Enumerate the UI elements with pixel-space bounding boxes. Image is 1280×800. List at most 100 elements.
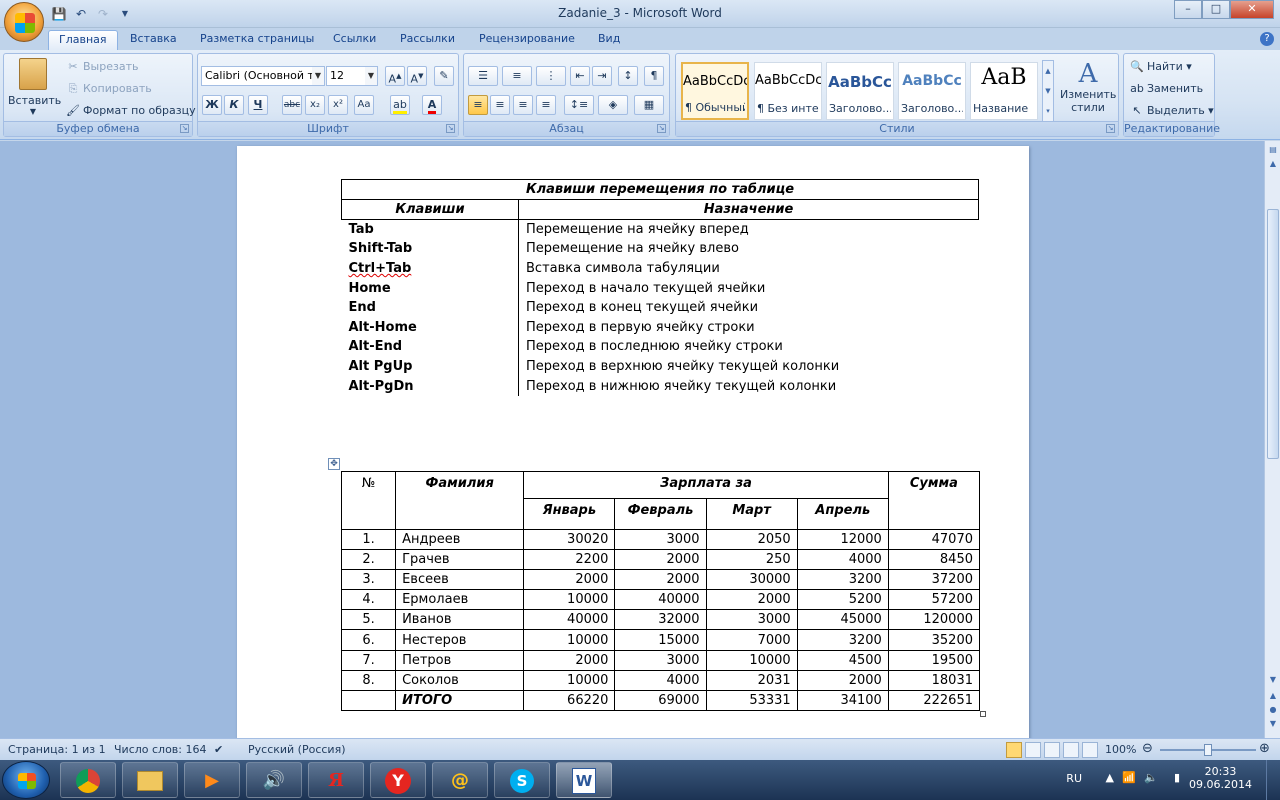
change-case-button[interactable]: Aa xyxy=(354,95,374,115)
multilevel-list-button[interactable]: ⋮ xyxy=(536,66,566,86)
cut-button[interactable]: ✂ Вырезать xyxy=(66,60,138,74)
font-color-button[interactable]: A xyxy=(422,95,442,115)
clear-formatting-button[interactable]: ✎ xyxy=(434,66,454,86)
full-reading-view-icon[interactable] xyxy=(1025,742,1041,758)
web-layout-view-icon[interactable] xyxy=(1044,742,1060,758)
increase-indent-button[interactable]: ⇥ xyxy=(592,66,612,86)
highlight-button[interactable]: ab xyxy=(390,95,410,115)
network-icon[interactable]: 📶 xyxy=(1122,771,1136,784)
prev-page-icon[interactable]: ▲ xyxy=(1266,689,1280,703)
spellcheck-icon[interactable]: ✔ xyxy=(214,743,223,756)
yandex-browser-icon[interactable]: Y xyxy=(370,762,426,798)
tab-references[interactable]: Ссылки xyxy=(323,30,386,50)
browse-object-icon[interactable]: ● xyxy=(1266,703,1280,717)
sort-button[interactable]: ↕ xyxy=(618,66,638,86)
battery-icon[interactable]: ▮ xyxy=(1174,771,1180,784)
decrease-indent-button[interactable]: ⇤ xyxy=(570,66,590,86)
maximize-button[interactable]: □ xyxy=(1202,0,1230,19)
tab-insert[interactable]: Вставка xyxy=(120,30,187,50)
zoom-slider-thumb[interactable] xyxy=(1204,744,1212,756)
font-launcher-icon[interactable]: ↘ xyxy=(446,124,455,133)
bold-button[interactable]: Ж xyxy=(202,95,222,115)
paste-dropdown-icon[interactable]: ▼ xyxy=(8,107,58,116)
media-player-icon[interactable]: ▶ xyxy=(184,762,240,798)
word-icon[interactable]: W xyxy=(556,762,612,798)
customize-icon[interactable]: ▼ xyxy=(116,5,134,23)
tab-review[interactable]: Рецензирование xyxy=(469,30,585,50)
help-icon[interactable]: ? xyxy=(1260,32,1274,46)
copy-button[interactable]: ⎘ Копировать xyxy=(66,82,152,96)
draft-view-icon[interactable] xyxy=(1082,742,1098,758)
tab-mailings[interactable]: Рассылки xyxy=(390,30,465,50)
select-button[interactable]: ↖ Выделить ▾ xyxy=(1130,104,1213,118)
font-size-combo[interactable]: 12 ▼ xyxy=(326,66,378,86)
yandex-icon[interactable]: Я xyxy=(308,762,364,798)
volume-icon[interactable]: 🔈 xyxy=(1144,771,1158,784)
shrink-font-button[interactable]: A▼ xyxy=(407,66,427,86)
outline-view-icon[interactable] xyxy=(1063,742,1079,758)
zoom-out-icon[interactable]: ⊖ xyxy=(1142,741,1153,756)
office-button[interactable] xyxy=(4,2,44,42)
justify-button[interactable]: ≡ xyxy=(536,95,556,115)
word-count[interactable]: Число слов: 164 xyxy=(114,743,207,756)
align-left-button[interactable]: ≡ xyxy=(468,95,488,115)
style-normal[interactable]: AaBbCcDc ¶ Обычный xyxy=(681,62,749,120)
borders-button[interactable]: ▦ xyxy=(634,95,664,115)
speaker-app-icon[interactable]: 🔊 xyxy=(246,762,302,798)
language-indicator[interactable]: Русский (Россия) xyxy=(248,743,346,756)
replace-button[interactable]: ab Заменить xyxy=(1130,82,1203,96)
explorer-icon[interactable] xyxy=(122,762,178,798)
style-heading-2[interactable]: AaBbCc Заголово... xyxy=(898,62,966,120)
next-page-icon[interactable]: ▼ xyxy=(1266,717,1280,731)
paragraph-launcher-icon[interactable]: ↘ xyxy=(657,124,666,133)
vertical-scrollbar[interactable]: ▤ ▲ ▼ ▲ ● ▼ xyxy=(1264,141,1280,738)
close-button[interactable]: ✕ xyxy=(1230,0,1274,19)
styles-launcher-icon[interactable]: ↘ xyxy=(1106,124,1115,133)
undo-icon[interactable]: ↶ xyxy=(72,5,90,23)
shading-button[interactable]: ◈ xyxy=(598,95,628,115)
mail-icon[interactable]: @ xyxy=(432,762,488,798)
tab-view[interactable]: Вид xyxy=(588,30,630,50)
font-name-combo[interactable]: Calibri (Основной те ▼ xyxy=(201,66,325,86)
style-title[interactable]: AaB Название xyxy=(970,62,1038,120)
document-page[interactable]: Клавиши перемещения по таблице Клавиши Н… xyxy=(237,146,1029,738)
subscript-button[interactable]: x₂ xyxy=(305,95,325,115)
zoom-slider[interactable] xyxy=(1160,744,1256,756)
tab-page-layout[interactable]: Разметка страницы xyxy=(190,30,324,50)
format-painter-button[interactable]: 🖌 Формат по образцу xyxy=(66,104,196,118)
paste-button[interactable]: Вставить ▼ xyxy=(8,58,61,116)
line-spacing-button[interactable]: ↕≡ xyxy=(564,95,594,115)
styles-scroll[interactable]: ▲ ▼ ▾ xyxy=(1042,60,1054,122)
save-icon[interactable]: 💾 xyxy=(50,5,68,23)
bullets-button[interactable]: ☰ xyxy=(468,66,498,86)
minimize-button[interactable]: – xyxy=(1174,0,1202,19)
align-center-button[interactable]: ≡ xyxy=(490,95,510,115)
start-button[interactable] xyxy=(2,761,50,799)
tab-home[interactable]: Главная xyxy=(48,30,118,50)
style-heading-1[interactable]: AaBbCc Заголово... xyxy=(826,62,894,120)
grow-font-button[interactable]: A▲ xyxy=(385,66,405,86)
table-move-handle-icon[interactable]: ✥ xyxy=(328,458,340,470)
table-resize-handle[interactable] xyxy=(980,711,986,717)
change-styles-button[interactable]: A Изменить стили xyxy=(1060,60,1116,114)
scroll-up-icon[interactable]: ▲ xyxy=(1266,157,1280,171)
chrome-icon[interactable] xyxy=(60,762,116,798)
align-right-button[interactable]: ≡ xyxy=(513,95,533,115)
redo-icon[interactable]: ↷ xyxy=(94,5,112,23)
underline-button[interactable]: Ч xyxy=(248,95,268,115)
show-marks-button[interactable]: ¶ xyxy=(644,66,664,86)
style-no-spacing[interactable]: AaBbCcDc ¶ Без инте... xyxy=(754,62,822,120)
skype-icon[interactable]: S xyxy=(494,762,550,798)
zoom-level[interactable]: 100% xyxy=(1105,743,1136,756)
page-indicator[interactable]: Страница: 1 из 1 xyxy=(8,743,106,756)
clock[interactable]: 20:33 09.06.2014 xyxy=(1189,765,1252,791)
scroll-down-icon[interactable]: ▼ xyxy=(1266,673,1280,687)
print-layout-view-icon[interactable] xyxy=(1006,742,1022,758)
numbering-button[interactable]: ≡ xyxy=(502,66,532,86)
zoom-in-icon[interactable]: ⊕ xyxy=(1259,741,1270,756)
clipboard-launcher-icon[interactable]: ↘ xyxy=(180,124,189,133)
strikethrough-button[interactable]: abc xyxy=(282,95,302,115)
superscript-button[interactable]: x² xyxy=(328,95,348,115)
find-button[interactable]: 🔍 Найти ▾ xyxy=(1130,60,1192,74)
show-desktop-button[interactable] xyxy=(1266,760,1280,800)
